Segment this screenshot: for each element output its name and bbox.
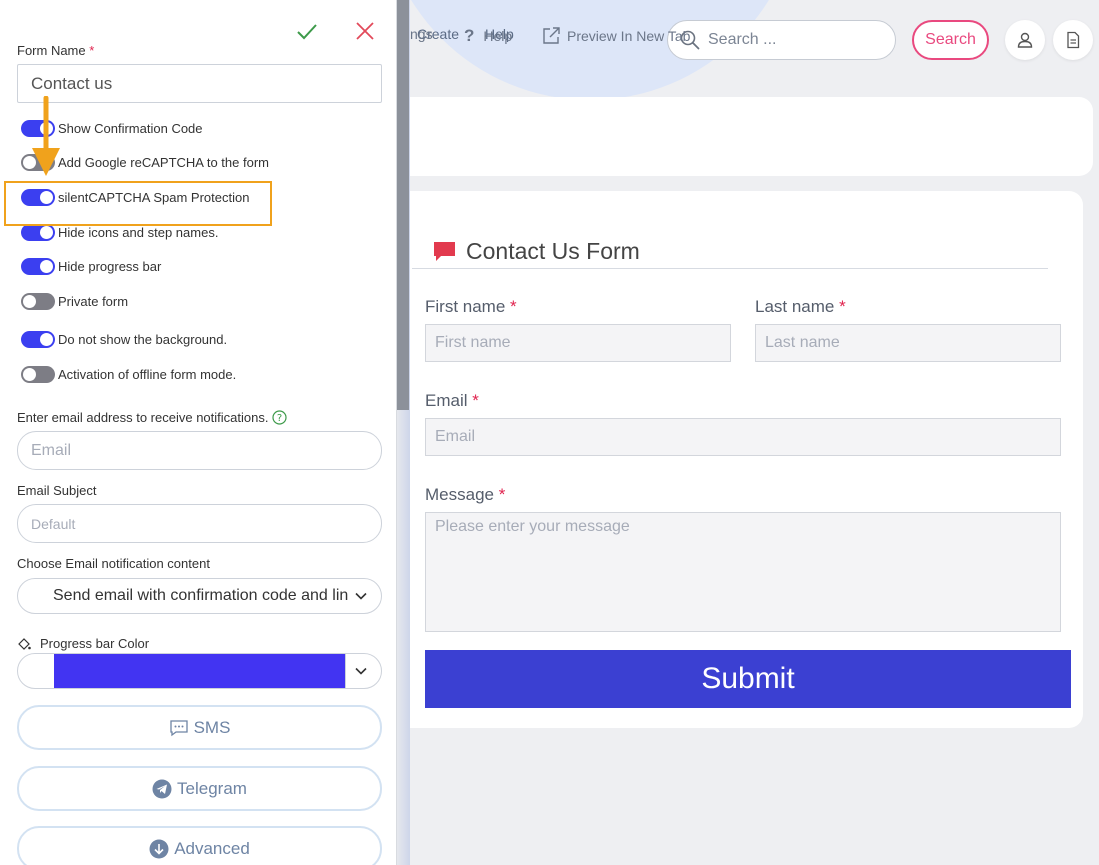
first-name-label: First name * bbox=[425, 297, 517, 316]
toggle-label: Show Confirmation Code bbox=[58, 121, 203, 136]
advanced-button[interactable]: Advanced bbox=[17, 826, 382, 865]
toggle-hide-progress-bar[interactable]: Hide progress bar bbox=[21, 258, 161, 275]
toggle-label: Add Google reCAPTCHA to the form bbox=[58, 155, 269, 170]
toolbar-help[interactable]: ? Help bbox=[464, 26, 512, 46]
arrow-annotation-icon bbox=[32, 96, 60, 176]
toggle-label: Hide progress bar bbox=[58, 259, 162, 274]
toolbar-help-label: Help bbox=[483, 28, 513, 44]
toggle-label: Activation of offline form mode. bbox=[58, 367, 237, 382]
chevron-down-icon bbox=[355, 592, 367, 600]
chevron-down-icon bbox=[355, 667, 367, 675]
close-icon bbox=[356, 22, 374, 40]
toolbar-settings-partial[interactable]: ngs bbox=[410, 26, 433, 42]
toggle-label: Do not show the background. bbox=[58, 332, 228, 347]
svg-text:?: ? bbox=[277, 413, 282, 424]
toggle-offline-mode[interactable]: Activation of offline form mode. bbox=[21, 366, 236, 383]
toggle-switch[interactable] bbox=[21, 224, 55, 241]
form-settings-panel: Form Name * Show Confirmation Code Add G… bbox=[0, 0, 397, 865]
notify-email-input[interactable] bbox=[17, 431, 382, 470]
help-circle-icon[interactable]: ? bbox=[272, 410, 287, 425]
document-button[interactable] bbox=[1053, 20, 1093, 60]
message-textarea[interactable] bbox=[425, 512, 1061, 632]
toggle-switch[interactable] bbox=[21, 366, 55, 383]
toggle-no-background[interactable]: Do not show the background. bbox=[21, 331, 227, 348]
user-icon bbox=[1017, 32, 1033, 48]
form-title: Contact Us Form bbox=[432, 238, 640, 265]
toolbar-card bbox=[395, 97, 1093, 176]
confirm-button[interactable] bbox=[296, 20, 318, 42]
notify-email-label: Enter email address to receive notificat… bbox=[17, 410, 287, 425]
check-icon bbox=[297, 24, 317, 40]
email-subject-label: Email Subject bbox=[17, 483, 97, 498]
email-subject-input[interactable] bbox=[17, 504, 382, 543]
question-icon: ? bbox=[464, 26, 475, 45]
form-preview-card bbox=[395, 191, 1083, 728]
last-name-input[interactable] bbox=[755, 324, 1061, 362]
first-name-input[interactable] bbox=[425, 324, 731, 362]
submit-button[interactable]: Submit bbox=[425, 650, 1071, 708]
toggle-private-form[interactable]: Private form bbox=[21, 293, 128, 310]
message-icon bbox=[169, 719, 188, 736]
sms-button[interactable]: SMS bbox=[17, 705, 382, 750]
paint-bucket-icon bbox=[18, 637, 31, 650]
toggle-switch[interactable] bbox=[21, 331, 55, 348]
form-title-text: Contact Us Form bbox=[466, 238, 640, 264]
external-link-icon bbox=[543, 27, 560, 44]
chat-bubble-icon bbox=[434, 241, 455, 261]
highlight-annotation bbox=[4, 181, 272, 226]
arrow-down-circle-icon bbox=[149, 839, 169, 858]
document-icon bbox=[1067, 31, 1080, 49]
telegram-button[interactable]: Telegram bbox=[17, 766, 382, 811]
panel-scrollbar[interactable] bbox=[397, 0, 409, 410]
email-input[interactable] bbox=[425, 418, 1061, 456]
toolbar-preview[interactable]: Preview In New Tab bbox=[542, 26, 690, 45]
close-button[interactable] bbox=[354, 20, 376, 42]
form-name-label: Form Name * bbox=[17, 43, 95, 58]
toggle-switch[interactable] bbox=[21, 293, 55, 310]
color-swatch[interactable] bbox=[54, 654, 345, 688]
search-input[interactable] bbox=[708, 31, 878, 49]
email-content-select[interactable]: Send email with confirmation code and li… bbox=[17, 578, 382, 614]
progress-color-picker[interactable] bbox=[17, 653, 382, 689]
telegram-icon bbox=[152, 779, 172, 798]
message-label: Message * bbox=[425, 485, 506, 504]
user-button[interactable] bbox=[1005, 20, 1045, 60]
progress-color-label: Progress bar Color bbox=[17, 636, 149, 651]
toggle-switch[interactable] bbox=[21, 258, 55, 275]
email-content-value: Send email with confirmation code and li… bbox=[53, 587, 348, 604]
search-button[interactable]: Search bbox=[912, 20, 989, 60]
search-box bbox=[667, 20, 896, 60]
email-content-label: Choose Email notification content bbox=[17, 556, 210, 571]
toggle-label: Private form bbox=[58, 294, 129, 309]
toolbar-preview-label: Preview In New Tab bbox=[567, 27, 691, 44]
form-name-input[interactable] bbox=[17, 64, 382, 103]
last-name-label: Last name * bbox=[755, 297, 846, 316]
toggle-hide-icons[interactable]: Hide icons and step names. bbox=[21, 224, 218, 241]
form-title-divider bbox=[412, 268, 1048, 269]
toggle-label: Hide icons and step names. bbox=[58, 225, 219, 240]
email-label: Email * bbox=[425, 391, 479, 410]
